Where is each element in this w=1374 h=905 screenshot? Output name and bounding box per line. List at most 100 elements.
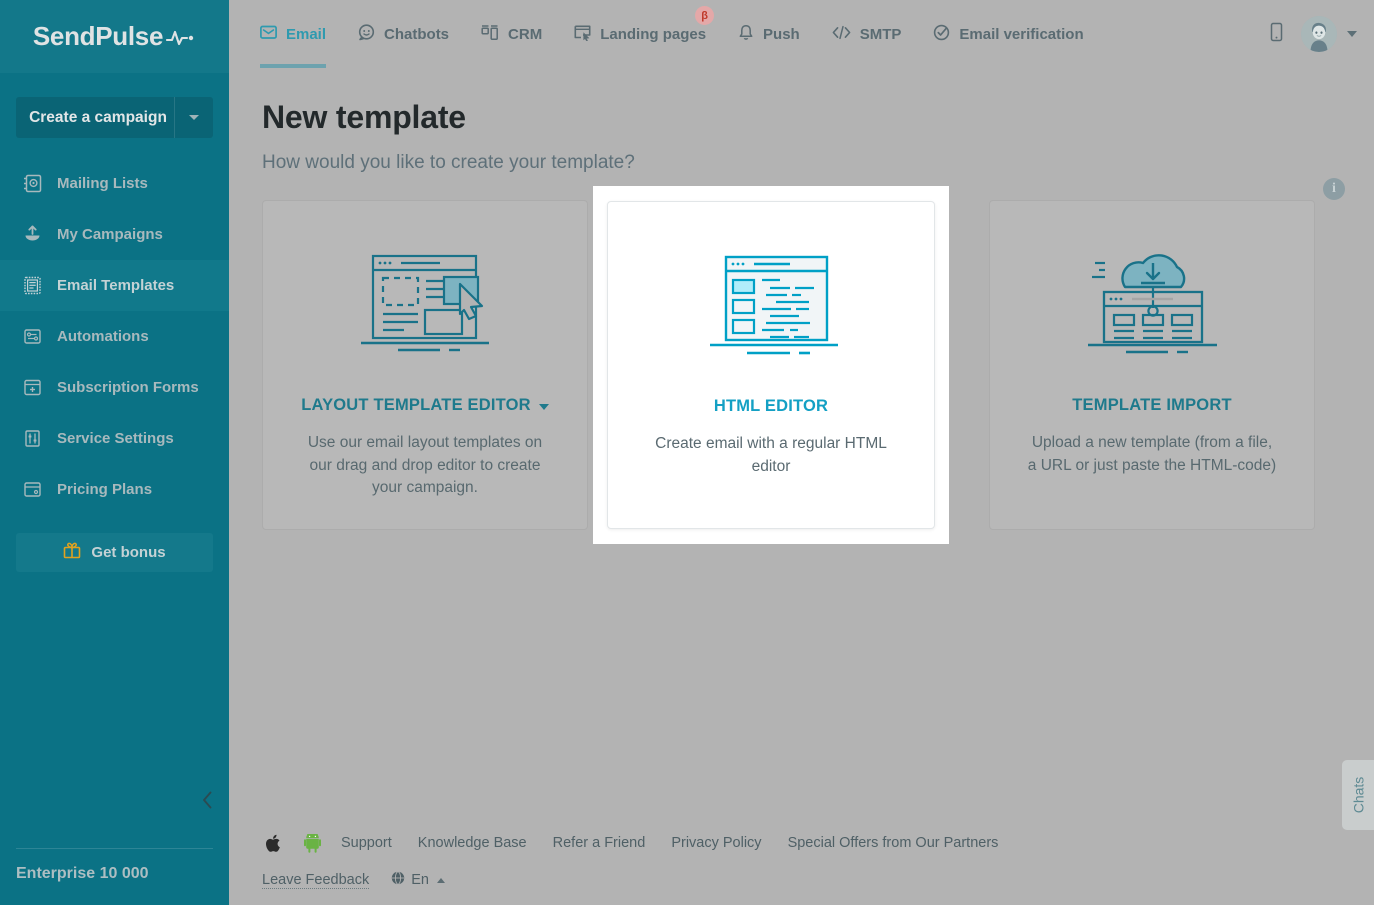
chevron-up-icon (437, 878, 445, 883)
mobile-icon[interactable] (1270, 22, 1283, 47)
card-title-text: LAYOUT TEMPLATE EDITOR (301, 396, 531, 415)
upload-icon (22, 225, 42, 245)
sliders-icon (22, 429, 42, 449)
sidebar-item-label: Subscription Forms (57, 379, 199, 396)
card-html-editor[interactable]: HTML EDITOR Create email with a regular … (607, 201, 935, 529)
chevron-down-icon[interactable] (1347, 31, 1357, 37)
card-description: Create email with a regular HTML editor (645, 433, 897, 478)
card-title-text: TEMPLATE IMPORT (1072, 396, 1231, 415)
collapse-sidebar-button[interactable] (197, 790, 217, 810)
tab-email[interactable]: Email (260, 0, 342, 68)
footer-link-support[interactable]: Support (341, 835, 392, 851)
top-navigation-bar: Email Chatbots CRM Landing pages β (229, 0, 1374, 68)
sidebar-nav: Mailing Lists My Campaigns Email Templat… (0, 158, 229, 515)
get-bonus-button[interactable]: Get bonus (16, 533, 213, 572)
android-icon[interactable] (304, 834, 321, 853)
bell-icon (738, 24, 754, 45)
brand-logo[interactable]: SendPulse (0, 0, 229, 73)
card-description: Upload a new template (from a file, a UR… (1026, 432, 1278, 477)
sidebar-item-label: My Campaigns (57, 226, 163, 243)
footer-link-privacy-policy[interactable]: Privacy Policy (671, 835, 761, 851)
card-title-text: HTML EDITOR (714, 397, 828, 416)
sidebar-item-automations[interactable]: Automations (0, 311, 229, 362)
sidebar-item-label: Mailing Lists (57, 175, 148, 192)
card-title: TEMPLATE IMPORT (1072, 396, 1231, 415)
chats-label: Chats (1350, 777, 1366, 814)
chevron-down-icon[interactable] (539, 404, 549, 410)
globe-icon (391, 871, 405, 889)
tab-label: SMTP (860, 26, 902, 43)
chats-widget-tab[interactable]: Chats (1342, 760, 1374, 830)
leave-feedback-link[interactable]: Leave Feedback (262, 872, 369, 889)
language-selector[interactable]: En (391, 871, 445, 889)
code-icon (832, 24, 851, 45)
card-layout-template-editor[interactable]: LAYOUT TEMPLATE EDITOR Use our email lay… (262, 200, 588, 530)
get-bonus-label: Get bonus (91, 544, 165, 561)
brand-name: SendPulse (33, 21, 163, 52)
language-label: En (411, 872, 429, 888)
card-title: LAYOUT TEMPLATE EDITOR (301, 396, 549, 415)
beta-badge: β (695, 6, 714, 25)
chat-icon (358, 24, 375, 45)
envelope-icon (260, 24, 277, 45)
tab-label: Email verification (959, 26, 1083, 43)
chevron-down-icon[interactable] (175, 115, 213, 120)
wallet-icon (22, 480, 42, 500)
cloud-import-icon (1085, 249, 1220, 361)
sidebar-item-label: Automations (57, 328, 149, 345)
top-nav-items: Email Chatbots CRM Landing pages β (229, 0, 1100, 68)
sidebar-item-label: Service Settings (57, 430, 174, 447)
footer-link-knowledge-base[interactable]: Knowledge Base (418, 835, 527, 851)
footer-links-row: Support Knowledge Base Refer a Friend Pr… (262, 829, 1322, 857)
sidebar-item-email-templates[interactable]: Email Templates (0, 260, 229, 311)
tab-label: CRM (508, 26, 542, 43)
address-book-icon (22, 174, 42, 194)
sidebar-item-service-settings[interactable]: Service Settings (0, 413, 229, 464)
tab-label: Landing pages (600, 26, 706, 43)
footer-secondary-row: Leave Feedback En (262, 869, 1322, 891)
info-icon[interactable]: i (1323, 178, 1345, 200)
flow-icon (22, 327, 42, 347)
sidebar-item-label: Pricing Plans (57, 481, 152, 498)
tab-landing-pages[interactable]: Landing pages β (558, 0, 722, 68)
tab-label: Chatbots (384, 26, 449, 43)
template-options: LAYOUT TEMPLATE EDITOR Use our email lay… (262, 200, 1315, 530)
avatar[interactable] (1301, 16, 1337, 52)
card-html-editor-highlight: HTML EDITOR Create email with a regular … (593, 186, 949, 544)
tab-crm[interactable]: CRM (465, 0, 558, 68)
form-icon (22, 378, 42, 398)
tab-push[interactable]: Push (722, 0, 816, 68)
page-title: New template (262, 99, 466, 136)
footer-link-refer-a-friend[interactable]: Refer a Friend (553, 835, 646, 851)
sidebar-item-label: Email Templates (57, 277, 174, 294)
footer-link-special-offers[interactable]: Special Offers from Our Partners (788, 835, 999, 851)
sidebar-item-my-campaigns[interactable]: My Campaigns (0, 209, 229, 260)
crm-icon (481, 24, 499, 45)
main-content: New template How would you like to creat… (229, 68, 1374, 905)
card-title: HTML EDITOR (714, 397, 828, 416)
tab-smtp[interactable]: SMTP (816, 0, 918, 68)
top-bar-right (1270, 16, 1374, 52)
sidebar-item-subscription-forms[interactable]: Subscription Forms (0, 362, 229, 413)
card-description: Use our email layout templates on our dr… (299, 432, 551, 500)
template-icon (22, 276, 42, 296)
layout-editor-icon (356, 249, 494, 361)
sidebar: SendPulse Create a campaign Mailing List… (0, 0, 229, 905)
gift-icon (63, 541, 81, 564)
plan-label: Enterprise 10 000 (0, 849, 229, 905)
tab-label: Push (763, 26, 800, 43)
footer: Support Knowledge Base Refer a Friend Pr… (262, 829, 1322, 891)
html-editor-icon (704, 250, 838, 362)
sidebar-item-mailing-lists[interactable]: Mailing Lists (0, 158, 229, 209)
apple-icon[interactable] (266, 834, 282, 853)
create-campaign-button[interactable]: Create a campaign (16, 97, 213, 138)
card-template-import[interactable]: TEMPLATE IMPORT Upload a new template (f… (989, 200, 1315, 530)
tab-chatbots[interactable]: Chatbots (342, 0, 465, 68)
landing-page-icon (574, 24, 591, 45)
check-circle-icon (933, 24, 950, 45)
tab-label: Email (286, 26, 326, 43)
tab-email-verification[interactable]: Email verification (917, 0, 1099, 68)
sidebar-item-pricing-plans[interactable]: Pricing Plans (0, 464, 229, 515)
sidebar-spacer (0, 572, 229, 848)
pulse-icon (166, 27, 196, 47)
